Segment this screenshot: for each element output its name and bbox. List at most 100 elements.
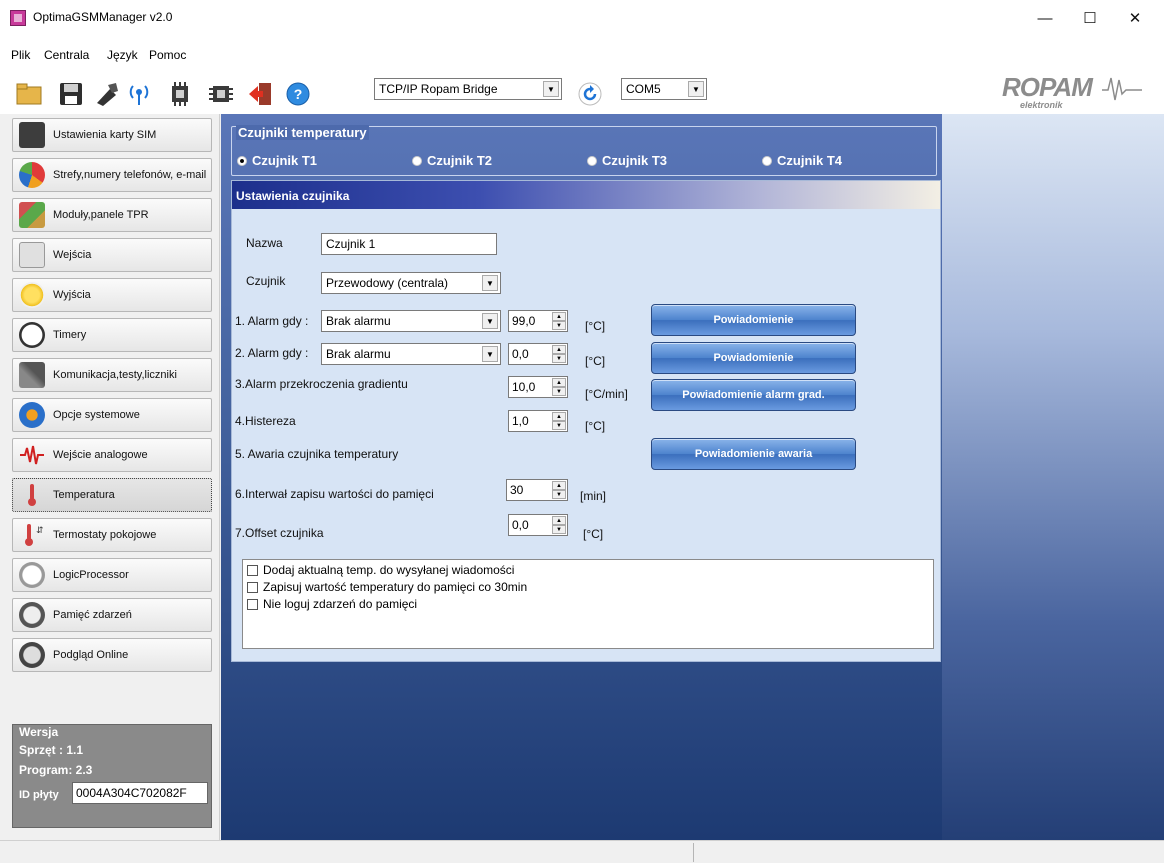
- spin-down-icon[interactable]: ▼: [552, 525, 566, 534]
- interval-label: 6.Interwał zapisu wartości do pamięci: [235, 487, 434, 501]
- chevron-down-icon[interactable]: ▼: [482, 346, 498, 362]
- sidebar-item-modules[interactable]: Moduły,panele TPR: [12, 198, 212, 232]
- offset-stepper[interactable]: 0,0 ▲ ▼: [508, 514, 568, 536]
- spin-down-icon[interactable]: ▼: [552, 421, 566, 430]
- checkbox-box[interactable]: [247, 581, 258, 593]
- sidebar-item-label: Wejścia: [53, 249, 92, 261]
- radio-dot: [762, 155, 772, 166]
- status-bar: [0, 840, 1164, 863]
- checkbox-no-log[interactable]: Nie loguj zdarzeń do pamięci: [247, 597, 417, 611]
- spin-up-icon[interactable]: ▲: [552, 345, 566, 354]
- radio-sensor-t3[interactable]: Czujnik T3: [587, 153, 667, 168]
- hysteresis-stepper[interactable]: 1,0 ▲ ▼: [508, 410, 568, 432]
- minimize-button[interactable]: —: [1025, 6, 1065, 30]
- chevron-down-icon[interactable]: ▼: [482, 275, 498, 291]
- sidebar-item-inputs[interactable]: Wejścia: [12, 238, 212, 272]
- interval-stepper[interactable]: 30 ▲ ▼: [506, 479, 568, 501]
- alarm1-notify-button[interactable]: Powiadomienie: [651, 304, 856, 336]
- chevron-down-icon[interactable]: ▼: [482, 313, 498, 329]
- spin-up-icon[interactable]: ▲: [552, 312, 566, 321]
- menu-centrala[interactable]: Centrala: [44, 48, 89, 62]
- right-pane: [942, 114, 1164, 840]
- spin-down-icon[interactable]: ▼: [552, 354, 566, 363]
- checkbox-box[interactable]: [247, 564, 258, 576]
- sidebar-item-event-memory[interactable]: Pamięć zdarzeń: [12, 598, 212, 632]
- sidebar-item-analog-input[interactable]: Wejście analogowe: [12, 438, 212, 472]
- maximize-button[interactable]: ☐: [1070, 6, 1110, 30]
- name-field[interactable]: Czujnik 1: [321, 233, 497, 255]
- close-button[interactable]: ✕: [1115, 6, 1155, 30]
- spin-down-icon[interactable]: ▼: [552, 490, 566, 499]
- svg-text:⇵: ⇵: [36, 525, 44, 535]
- checkbox-box[interactable]: [247, 598, 258, 610]
- gradient-unit: [°C/min]: [585, 387, 628, 401]
- radio-label: Czujnik T2: [427, 153, 493, 168]
- port-select[interactable]: COM5 ▼: [621, 78, 707, 100]
- wireless-icon[interactable]: [124, 80, 152, 108]
- alarm2-unit: [°C]: [585, 354, 606, 368]
- svg-text:ROPAM: ROPAM: [1002, 72, 1094, 102]
- spin-up-icon[interactable]: ▲: [552, 378, 566, 387]
- folder-icon[interactable]: [15, 80, 43, 108]
- sidebar-item-thermostats[interactable]: ⇵ Termostaty pokojowe: [12, 518, 212, 552]
- alarm1-select[interactable]: Brak alarmu ▼: [321, 310, 501, 332]
- menu-bar: Plik Centrala Język Pomoc: [0, 34, 1164, 62]
- alarm2-select[interactable]: Brak alarmu ▼: [321, 343, 501, 365]
- spin-down-icon[interactable]: ▼: [552, 387, 566, 396]
- sidebar-item-temperature[interactable]: Temperatura: [12, 478, 212, 512]
- program-version: Program: 2.3: [19, 763, 93, 777]
- spin-up-icon[interactable]: ▲: [552, 516, 566, 525]
- sidebar-item-outputs[interactable]: Wyjścia: [12, 278, 212, 312]
- spin-up-icon[interactable]: ▲: [552, 481, 566, 490]
- radio-sensor-t1[interactable]: Czujnik T1: [237, 153, 317, 168]
- event-memory-icon: [19, 602, 45, 628]
- sidebar-item-online-preview[interactable]: Podgląd Online: [12, 638, 212, 672]
- sidebar-item-timers[interactable]: Timery: [12, 318, 212, 352]
- menu-plik[interactable]: Plik: [11, 48, 30, 62]
- chip-write-icon[interactable]: [207, 80, 235, 108]
- gears-icon: [19, 402, 45, 428]
- wave-icon: [20, 445, 44, 465]
- gradient-notify-button[interactable]: Powiadomienie alarm grad.: [651, 379, 856, 411]
- alarm1-label: 1. Alarm gdy :: [235, 314, 309, 328]
- sensor-type-select[interactable]: Przewodowy (centrala) ▼: [321, 272, 501, 294]
- tool-icon[interactable]: [93, 80, 121, 108]
- chip-read-icon[interactable]: [166, 80, 194, 108]
- modules-icon: [19, 202, 45, 228]
- bulb-icon: [19, 282, 45, 308]
- offset-label: 7.Offset czujnika: [235, 526, 324, 540]
- radio-sensor-t4[interactable]: Czujnik T4: [762, 153, 842, 168]
- sidebar-item-zones[interactable]: Strefy,numery telefonów, e-mail: [12, 158, 212, 192]
- sidebar-item-system-options[interactable]: Opcje systemowe: [12, 398, 212, 432]
- radio-sensor-t2[interactable]: Czujnik T2: [412, 153, 492, 168]
- sidebar-item-label: Komunikacja,testy,liczniki: [53, 369, 177, 381]
- spin-up-icon[interactable]: ▲: [552, 412, 566, 421]
- menu-pomoc[interactable]: Pomoc: [149, 48, 186, 62]
- thermostat-icon: ⇵: [25, 524, 44, 546]
- hysteresis-unit: [°C]: [585, 419, 606, 433]
- board-id-field[interactable]: 0004A304C702082F: [72, 782, 208, 804]
- spin-down-icon[interactable]: ▼: [552, 321, 566, 330]
- alarm1-temp-stepper[interactable]: 99,0 ▲ ▼: [508, 310, 568, 332]
- checkbox-label: Nie loguj zdarzeń do pamięci: [263, 597, 418, 611]
- chevron-down-icon[interactable]: ▼: [543, 81, 559, 97]
- help-icon[interactable]: ?: [284, 80, 312, 108]
- sidebar-item-communication[interactable]: Komunikacja,testy,liczniki: [12, 358, 212, 392]
- connection-select[interactable]: TCP/IP Ropam Bridge ▼: [374, 78, 562, 100]
- connection-value: TCP/IP Ropam Bridge: [379, 82, 498, 96]
- menu-jezyk[interactable]: Język: [107, 48, 138, 62]
- name-label: Nazwa: [246, 236, 283, 250]
- save-icon[interactable]: [57, 80, 85, 108]
- alarm2-notify-button[interactable]: Powiadomienie: [651, 342, 856, 374]
- refresh-icon[interactable]: [576, 80, 604, 108]
- checkbox-add-temp[interactable]: Dodaj aktualną temp. do wysyłanej wiadom…: [247, 563, 514, 577]
- options-list: Dodaj aktualną temp. do wysyłanej wiadom…: [242, 559, 934, 649]
- gradient-stepper[interactable]: 10,0 ▲ ▼: [508, 376, 568, 398]
- chevron-down-icon[interactable]: ▼: [688, 81, 704, 97]
- sidebar-item-sim[interactable]: Ustawienia karty SIM: [12, 118, 212, 152]
- sidebar-item-logic[interactable]: LogicProcessor: [12, 558, 212, 592]
- failure-notify-button[interactable]: Powiadomienie awaria: [651, 438, 856, 470]
- exit-icon[interactable]: [246, 80, 274, 108]
- checkbox-save-temp[interactable]: Zapisuj wartość temperatury do pamięci c…: [247, 580, 527, 594]
- alarm2-temp-stepper[interactable]: 0,0 ▲ ▼: [508, 343, 568, 365]
